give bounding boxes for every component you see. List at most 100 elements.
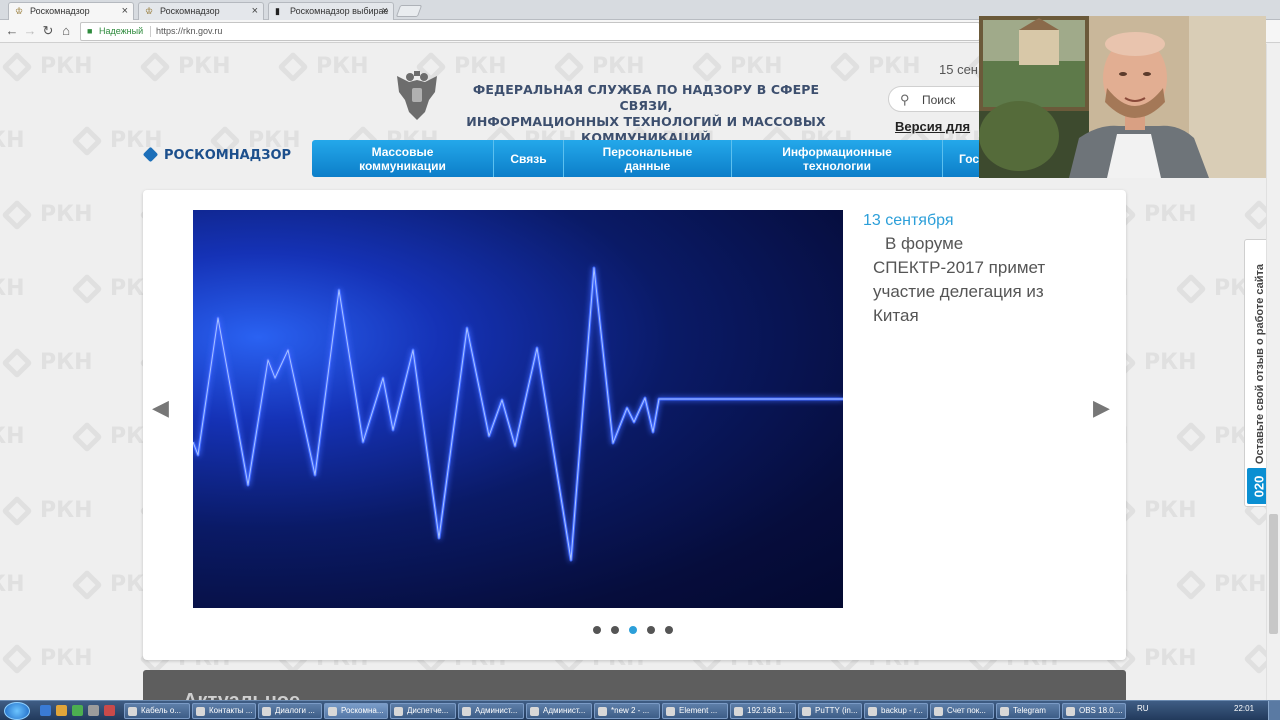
- news-section-panel: Актуальное: [143, 670, 1126, 700]
- system-clock: 22:01: [1234, 704, 1255, 713]
- language-indicator[interactable]: RU: [1137, 704, 1149, 713]
- browser-tab[interactable]: ♔ Роскомнадзор ×: [138, 2, 264, 20]
- taskbar-item[interactable]: Контакты ...: [192, 703, 256, 719]
- next-slide-arrow-icon[interactable]: ▶: [1093, 395, 1110, 421]
- browser-tab[interactable]: ▮ Роскомнадзор выбирае ×: [268, 2, 394, 20]
- nav-item-information-technologies[interactable]: Информационные технологии: [732, 140, 943, 177]
- show-desktop-button[interactable]: [1268, 701, 1280, 720]
- slider-dot[interactable]: [593, 626, 601, 634]
- back-icon[interactable]: ←: [4, 23, 20, 39]
- watermark-tile: РКН: [0, 572, 25, 597]
- nav-item-mass-communications[interactable]: Массовые коммуникации: [312, 140, 494, 177]
- webcam-video-frame: [979, 16, 1266, 178]
- page-icon: ▮: [275, 6, 280, 16]
- taskbar-item[interactable]: *new 2 - ...: [594, 703, 660, 719]
- watermark-tile: РКН: [1175, 569, 1267, 601]
- watermark-tile: РКН: [0, 276, 25, 301]
- scrollbar-thumb[interactable]: [1269, 514, 1278, 634]
- media-icon[interactable]: [88, 705, 99, 716]
- heartbeat-graphic: [193, 266, 843, 562]
- browser-tab-active[interactable]: ♔ Роскомнадзор ×: [8, 2, 134, 21]
- watermark-tile: РКН: [277, 51, 369, 83]
- address-divider: [150, 26, 151, 37]
- home-icon[interactable]: ⌂: [58, 23, 74, 39]
- taskbar-item[interactable]: 192.168.1....: [730, 703, 796, 719]
- slider-dot[interactable]: [611, 626, 619, 634]
- slide-date: 13 сентября: [863, 212, 954, 229]
- nav-item-personal-data[interactable]: Персональные данные: [564, 140, 732, 177]
- nav-label: Гос: [959, 151, 980, 166]
- coat-of-arms-icon: [397, 71, 437, 120]
- taskbar-item[interactable]: OBS 18.0....: [1062, 703, 1126, 719]
- agency-title-line-1: ФЕДЕРАЛЬНАЯ СЛУЖБА ПО НАДЗОРУ В СФЕРЕ СВ…: [472, 82, 820, 113]
- taskbar-item[interactable]: backup - r...: [864, 703, 928, 719]
- tab-title: Роскомнадзор: [30, 6, 90, 16]
- logo-text: РОСКОМНАДЗОР: [164, 148, 292, 163]
- webcam-overlay: [979, 16, 1266, 178]
- explorer-icon[interactable]: [56, 705, 67, 716]
- ie-icon[interactable]: [40, 705, 51, 716]
- taskbar-item[interactable]: Админист...: [526, 703, 592, 719]
- search-placeholder: Поиск: [922, 93, 956, 107]
- watermark-tile: РКН: [1, 51, 93, 83]
- taskbar-item[interactable]: Telegram: [996, 703, 1060, 719]
- close-icon[interactable]: ×: [252, 5, 258, 17]
- watermark-tile: РКН: [691, 51, 783, 83]
- current-date: 15 сен: [939, 62, 978, 77]
- new-tab-button[interactable]: [395, 5, 423, 17]
- slide-headline[interactable]: В форуме СПЕКТР-2017 примет участие деле…: [873, 232, 1073, 328]
- start-button[interactable]: [4, 702, 30, 720]
- forward-icon[interactable]: →: [22, 23, 38, 39]
- taskbar-item[interactable]: Element ...: [662, 703, 728, 719]
- lock-icon: ■: [87, 26, 93, 36]
- tab-title: Роскомнадзор выбирае: [290, 6, 389, 16]
- watermark-tile: РКН: [1, 199, 93, 231]
- taskbar-item[interactable]: Кабель о...: [124, 703, 190, 719]
- taskbar-item[interactable]: PuTTY (in...: [798, 703, 862, 719]
- accessibility-version-link[interactable]: Версия для: [895, 119, 970, 134]
- emblem-icon: ♔: [145, 6, 154, 16]
- watermark-tile: РКН: [829, 51, 921, 83]
- site-logo[interactable]: РОСКОМНАДЗОР: [142, 146, 292, 168]
- chrome-icon[interactable]: [72, 705, 83, 716]
- nav-label: Персональные данные: [602, 144, 693, 173]
- slider-dot[interactable]: [647, 626, 655, 634]
- watermark-tile: РКН: [139, 51, 231, 83]
- taskbar-item-active[interactable]: Роскомна...: [324, 703, 388, 719]
- taskbar-item[interactable]: Счет пок...: [930, 703, 994, 719]
- url-text[interactable]: https://rkn.gov.ru: [156, 23, 222, 40]
- tab-title: Роскомнадзор: [160, 6, 220, 16]
- address-bar[interactable]: ■ Надежный https://rkn.gov.ru: [80, 22, 980, 41]
- slider-dot-active[interactable]: [629, 626, 637, 634]
- page-scrollbar[interactable]: [1266, 44, 1280, 700]
- secure-label: Надежный: [99, 26, 144, 36]
- close-icon[interactable]: ×: [382, 5, 388, 17]
- logo-diamond-icon: [142, 146, 159, 163]
- reload-icon[interactable]: ↻: [40, 23, 56, 39]
- previous-slide-arrow-icon[interactable]: ◀: [152, 395, 169, 421]
- news-slider: 13 сентября В форуме СПЕКТР-2017 примет …: [143, 190, 1126, 660]
- app-icon[interactable]: [104, 705, 115, 716]
- emblem-icon: ♔: [15, 6, 24, 16]
- close-icon[interactable]: ×: [122, 5, 128, 17]
- slider-dot[interactable]: [665, 626, 673, 634]
- search-icon: ⚲: [900, 92, 910, 107]
- os-taskbar: Кабель о... Контакты ... Диалоги ... Рос…: [0, 700, 1280, 720]
- agency-title: ФЕДЕРАЛЬНАЯ СЛУЖБА ПО НАДЗОРУ В СФЕРЕ СВ…: [446, 82, 846, 146]
- watermark-tile: РКН: [1, 347, 93, 379]
- taskbar-item[interactable]: Админист...: [458, 703, 524, 719]
- watermark-tile: РКН: [0, 424, 25, 449]
- feedback-label: Оставьте свой отзыв о работе сайта: [1254, 263, 1266, 465]
- nav-label: Связь: [510, 151, 547, 166]
- section-heading: Актуальное: [183, 690, 300, 700]
- taskbar-item[interactable]: Диспетче...: [390, 703, 456, 719]
- watermark-tile: РКН: [553, 51, 645, 83]
- watermark-tile: РКН: [1, 495, 93, 527]
- nav-label: Массовые коммуникации: [359, 144, 446, 173]
- nav-label: Информационные технологии: [782, 144, 892, 173]
- main-navigation: Массовые коммуникации Связь Персональные д…: [312, 140, 1012, 177]
- nav-item-communications[interactable]: Связь: [494, 140, 564, 177]
- taskbar-item[interactable]: Диалоги ...: [258, 703, 322, 719]
- slide-image[interactable]: [193, 210, 843, 608]
- watermark-tile: РКН: [0, 128, 25, 153]
